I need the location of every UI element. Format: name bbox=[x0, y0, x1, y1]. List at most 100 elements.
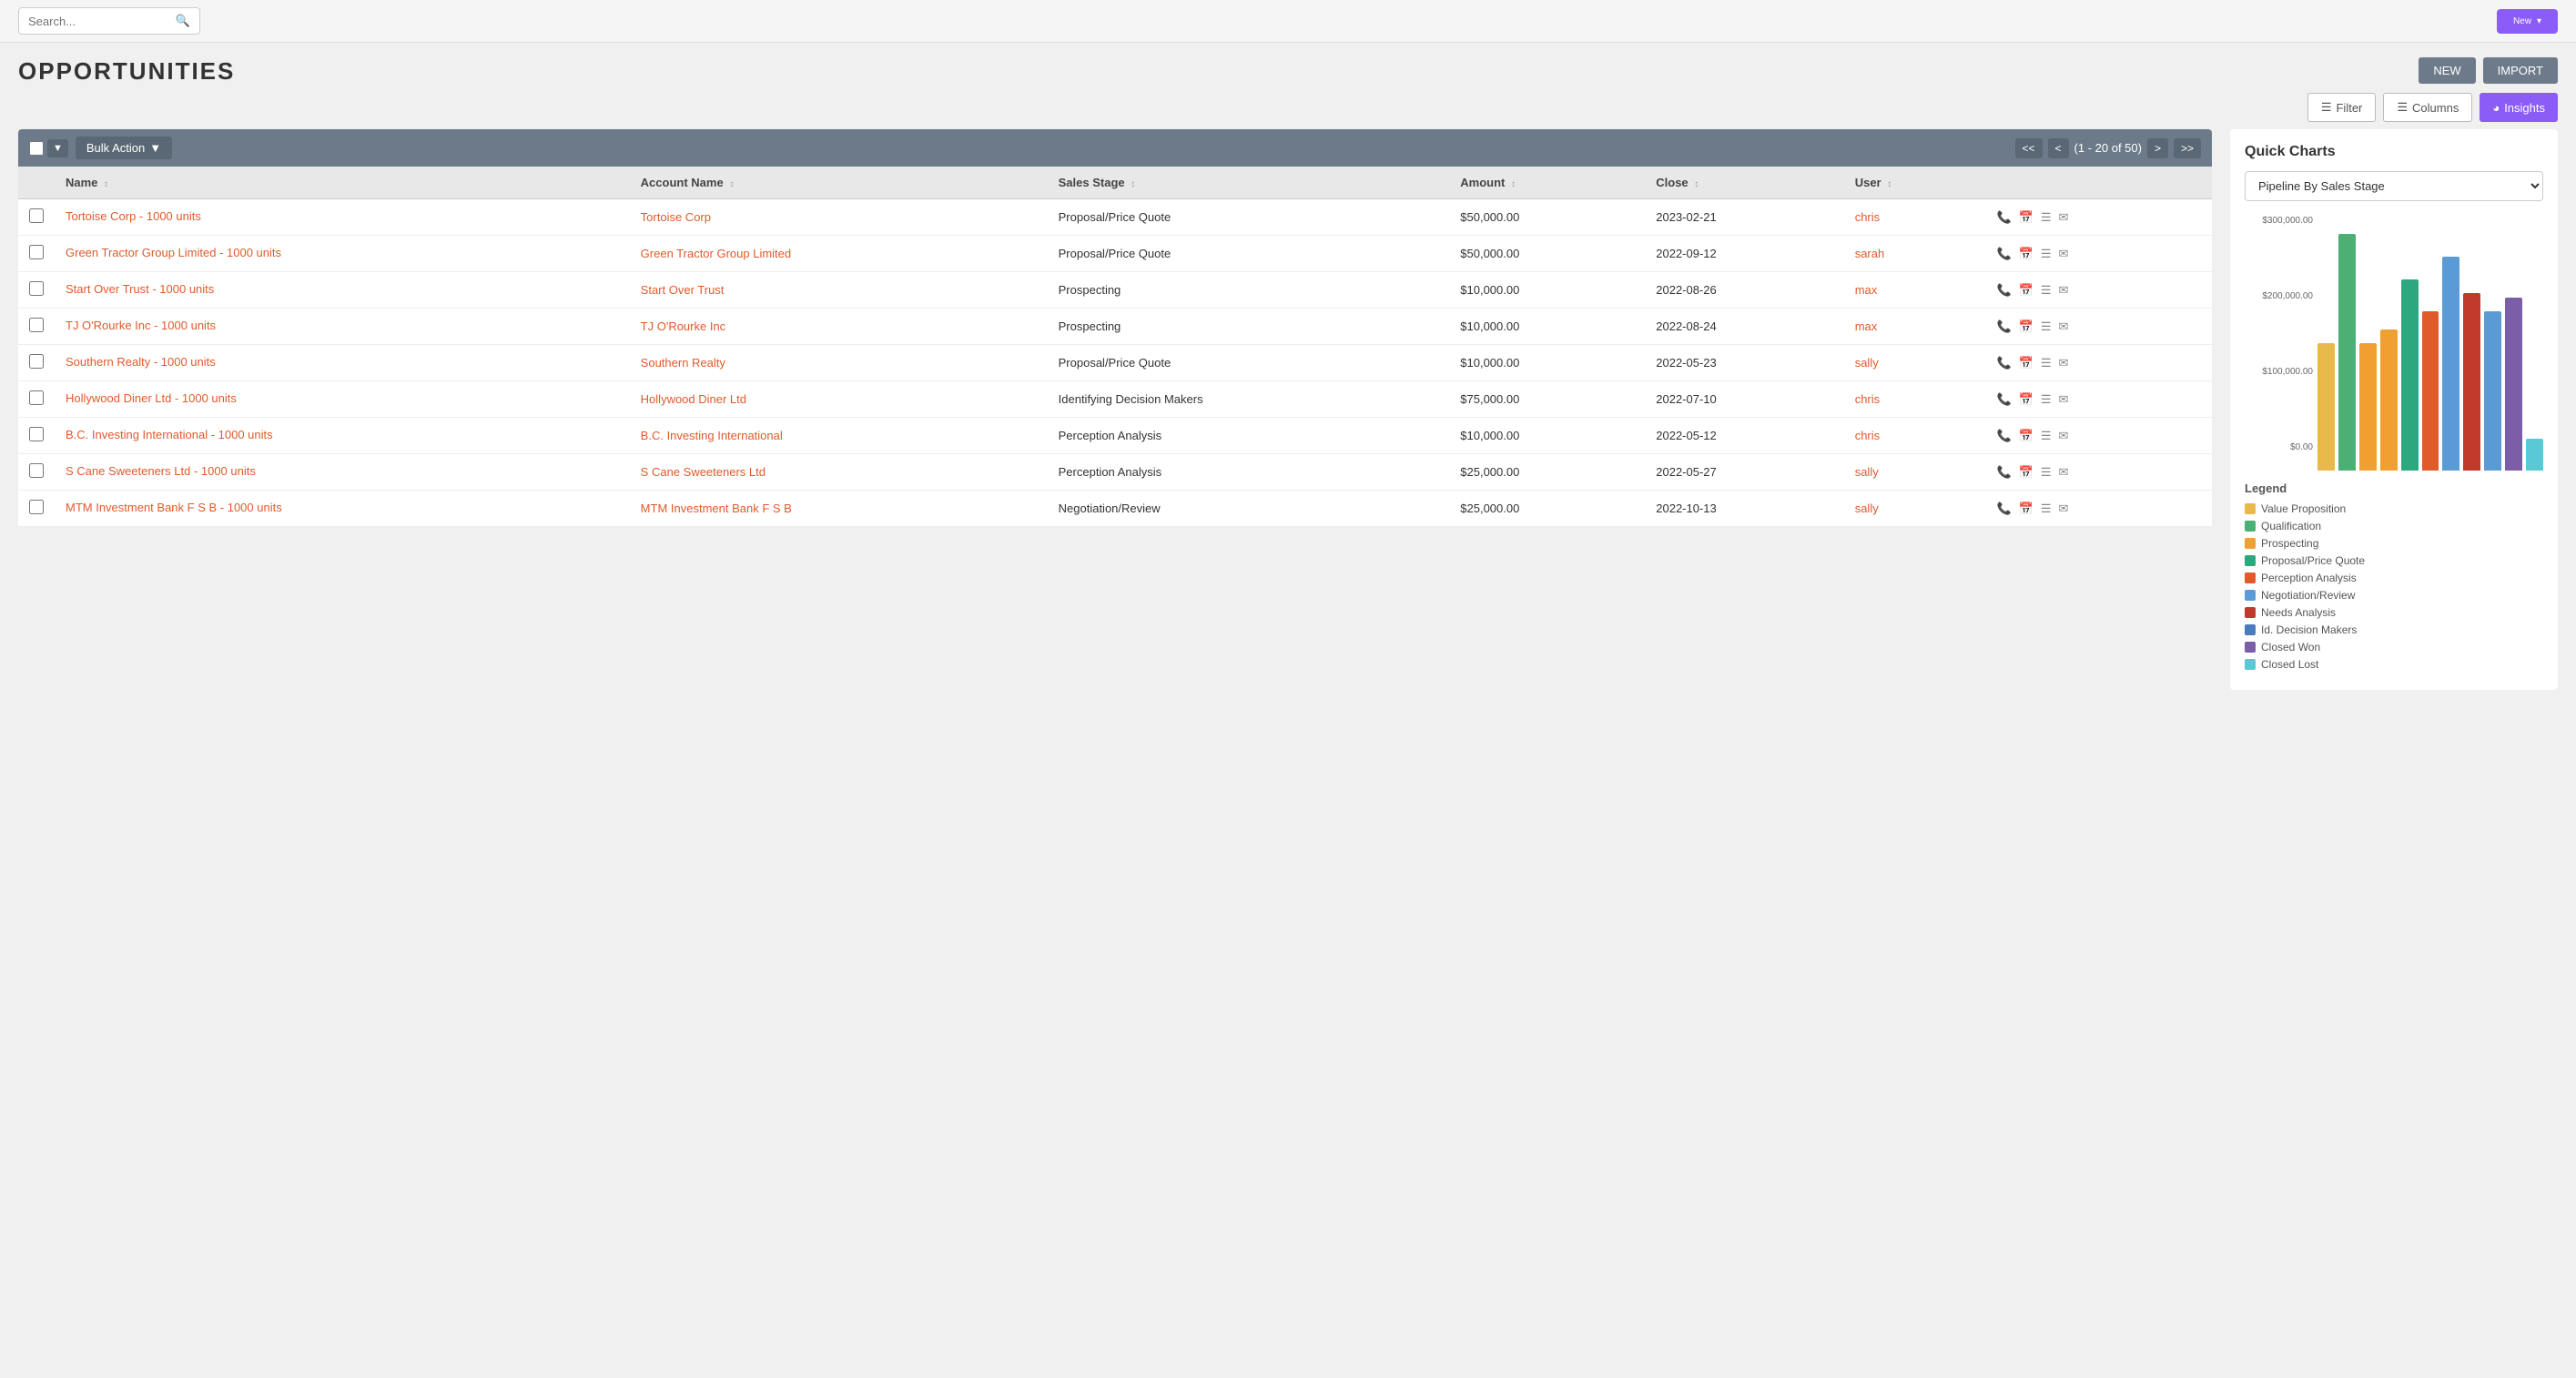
opportunity-link[interactable]: TJ O'Rourke Inc - 1000 units bbox=[66, 319, 216, 332]
account-link[interactable]: Start Over Trust bbox=[641, 283, 725, 297]
calendar-icon[interactable]: 📅 bbox=[2019, 465, 2033, 480]
search-input[interactable] bbox=[28, 15, 172, 28]
phone-icon[interactable]: 📞 bbox=[1997, 392, 2012, 407]
email-icon[interactable]: ✉ bbox=[2059, 465, 2069, 480]
col-name[interactable]: Name ↕ bbox=[55, 167, 630, 199]
opportunity-link[interactable]: Green Tractor Group Limited - 1000 units bbox=[66, 246, 281, 259]
row-checkbox-cell[interactable] bbox=[18, 272, 55, 309]
col-stage[interactable]: Sales Stage ↕ bbox=[1048, 167, 1450, 199]
row-checkbox-cell[interactable] bbox=[18, 236, 55, 272]
user-link[interactable]: chris bbox=[1855, 210, 1880, 224]
list-icon[interactable]: ☰ bbox=[2041, 465, 2052, 480]
row-checkbox-cell[interactable] bbox=[18, 309, 55, 345]
row-checkbox[interactable] bbox=[29, 390, 44, 405]
select-all-checkbox[interactable] bbox=[29, 141, 44, 156]
new-record-button[interactable]: NEW bbox=[2419, 57, 2475, 84]
email-icon[interactable]: ✉ bbox=[2059, 319, 2069, 334]
account-link[interactable]: Hollywood Diner Ltd bbox=[641, 392, 746, 406]
col-account[interactable]: Account Name ↕ bbox=[630, 167, 1048, 199]
row-checkbox[interactable] bbox=[29, 354, 44, 369]
opportunity-link[interactable]: MTM Investment Bank F S B - 1000 units bbox=[66, 501, 282, 514]
nav-first-button[interactable]: << bbox=[2015, 138, 2043, 158]
calendar-icon[interactable]: 📅 bbox=[2019, 502, 2033, 516]
account-link[interactable]: TJ O'Rourke Inc bbox=[641, 319, 726, 333]
calendar-icon[interactable]: 📅 bbox=[2019, 319, 2033, 334]
row-checkbox-cell[interactable] bbox=[18, 199, 55, 236]
row-checkbox[interactable] bbox=[29, 318, 44, 332]
opportunity-link[interactable]: B.C. Investing International - 1000 unit… bbox=[66, 428, 273, 441]
row-checkbox-cell[interactable] bbox=[18, 418, 55, 454]
col-amount[interactable]: Amount ↕ bbox=[1449, 167, 1645, 199]
list-icon[interactable]: ☰ bbox=[2041, 319, 2052, 334]
row-checkbox-cell[interactable] bbox=[18, 491, 55, 527]
opportunity-link[interactable]: Tortoise Corp - 1000 units bbox=[66, 209, 201, 223]
phone-icon[interactable]: 📞 bbox=[1997, 210, 2012, 225]
nav-next-button[interactable]: > bbox=[2147, 138, 2168, 158]
calendar-icon[interactable]: 📅 bbox=[2019, 210, 2033, 225]
row-checkbox[interactable] bbox=[29, 500, 44, 514]
row-checkbox[interactable] bbox=[29, 427, 44, 441]
account-link[interactable]: MTM Investment Bank F S B bbox=[641, 502, 792, 515]
opportunity-link[interactable]: S Cane Sweeteners Ltd - 1000 units bbox=[66, 464, 256, 478]
email-icon[interactable]: ✉ bbox=[2059, 283, 2069, 298]
row-checkbox[interactable] bbox=[29, 463, 44, 478]
columns-button[interactable]: ☰ Columns bbox=[2383, 93, 2472, 122]
select-all-container[interactable]: ▼ bbox=[29, 139, 68, 157]
user-link[interactable]: max bbox=[1855, 319, 1878, 333]
col-user[interactable]: User ↕ bbox=[1844, 167, 1986, 199]
nav-prev-button[interactable]: < bbox=[2048, 138, 2069, 158]
user-link[interactable]: chris bbox=[1855, 429, 1880, 442]
calendar-icon[interactable]: 📅 bbox=[2019, 247, 2033, 261]
row-checkbox[interactable] bbox=[29, 281, 44, 296]
col-close[interactable]: Close ↕ bbox=[1645, 167, 1843, 199]
user-link[interactable]: chris bbox=[1855, 392, 1880, 406]
row-checkbox-cell[interactable] bbox=[18, 381, 55, 418]
user-link[interactable]: sarah bbox=[1855, 247, 1885, 260]
calendar-icon[interactable]: 📅 bbox=[2019, 283, 2033, 298]
search-box[interactable]: 🔍 bbox=[18, 7, 200, 35]
calendar-icon[interactable]: 📅 bbox=[2019, 429, 2033, 443]
new-button[interactable]: New ▾ bbox=[2497, 9, 2558, 34]
email-icon[interactable]: ✉ bbox=[2059, 502, 2069, 516]
phone-icon[interactable]: 📞 bbox=[1997, 283, 2012, 298]
email-icon[interactable]: ✉ bbox=[2059, 392, 2069, 407]
import-button[interactable]: IMPORT bbox=[2483, 57, 2558, 84]
phone-icon[interactable]: 📞 bbox=[1997, 465, 2012, 480]
email-icon[interactable]: ✉ bbox=[2059, 356, 2069, 370]
user-link[interactable]: sally bbox=[1855, 465, 1879, 479]
phone-icon[interactable]: 📞 bbox=[1997, 247, 2012, 261]
list-icon[interactable]: ☰ bbox=[2041, 283, 2052, 298]
list-icon[interactable]: ☰ bbox=[2041, 356, 2052, 370]
row-checkbox[interactable] bbox=[29, 208, 44, 223]
insights-button[interactable]: ◕ Insights bbox=[2480, 93, 2558, 122]
phone-icon[interactable]: 📞 bbox=[1997, 429, 2012, 443]
calendar-icon[interactable]: 📅 bbox=[2019, 356, 2033, 370]
opportunity-link[interactable]: Start Over Trust - 1000 units bbox=[66, 282, 214, 296]
filter-button[interactable]: ☰ Filter bbox=[2307, 93, 2377, 122]
opportunity-link[interactable]: Southern Realty - 1000 units bbox=[66, 355, 216, 369]
account-link[interactable]: Tortoise Corp bbox=[641, 210, 711, 224]
account-link[interactable]: B.C. Investing International bbox=[641, 429, 783, 442]
chart-type-select[interactable]: Pipeline By Sales Stage bbox=[2245, 171, 2543, 201]
account-link[interactable]: S Cane Sweeteners Ltd bbox=[641, 465, 766, 479]
email-icon[interactable]: ✉ bbox=[2059, 210, 2069, 225]
user-link[interactable]: max bbox=[1855, 283, 1878, 297]
list-icon[interactable]: ☰ bbox=[2041, 502, 2052, 516]
email-icon[interactable]: ✉ bbox=[2059, 429, 2069, 443]
list-icon[interactable]: ☰ bbox=[2041, 429, 2052, 443]
nav-last-button[interactable]: >> bbox=[2174, 138, 2201, 158]
select-dropdown-button[interactable]: ▼ bbox=[47, 139, 68, 157]
bulk-action-button[interactable]: Bulk Action ▼ bbox=[76, 137, 172, 159]
email-icon[interactable]: ✉ bbox=[2059, 247, 2069, 261]
phone-icon[interactable]: 📞 bbox=[1997, 356, 2012, 370]
user-link[interactable]: sally bbox=[1855, 356, 1879, 370]
phone-icon[interactable]: 📞 bbox=[1997, 502, 2012, 516]
list-icon[interactable]: ☰ bbox=[2041, 210, 2052, 225]
row-checkbox[interactable] bbox=[29, 245, 44, 259]
phone-icon[interactable]: 📞 bbox=[1997, 319, 2012, 334]
row-checkbox-cell[interactable] bbox=[18, 345, 55, 381]
user-link[interactable]: sally bbox=[1855, 502, 1879, 515]
list-icon[interactable]: ☰ bbox=[2041, 247, 2052, 261]
list-icon[interactable]: ☰ bbox=[2041, 392, 2052, 407]
calendar-icon[interactable]: 📅 bbox=[2019, 392, 2033, 407]
